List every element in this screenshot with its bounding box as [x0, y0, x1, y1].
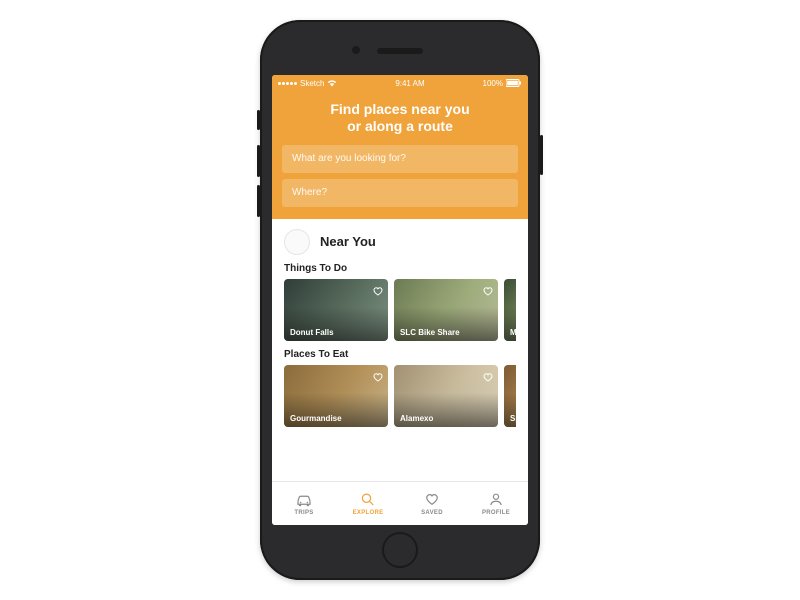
tab-trips[interactable]: TRIPS: [272, 482, 336, 525]
phone-volume-down: [257, 185, 260, 217]
content-scroll[interactable]: Near You Things To Do Donut Falls: [272, 219, 528, 481]
app-screen: Sketch 9:41 AM 100% Find places near you…: [272, 75, 528, 525]
search-what-input[interactable]: [282, 145, 518, 173]
section-things-to-do: Things To Do Donut Falls S: [272, 261, 528, 347]
signal-dots-icon: [278, 82, 297, 85]
search-where-input[interactable]: [282, 179, 518, 207]
card-eat-0[interactable]: Gourmandise: [284, 365, 388, 427]
status-bar: Sketch 9:41 AM 100%: [272, 75, 528, 91]
phone-power-button: [540, 135, 543, 175]
section-title-things: Things To Do: [284, 263, 516, 274]
tab-saved[interactable]: SAVED: [400, 482, 464, 525]
tab-bar: TRIPS EXPLORE SAVED PROFILE: [272, 481, 528, 525]
phone-speaker: [377, 48, 423, 54]
search-icon: [359, 491, 377, 509]
phone-home-button[interactable]: [382, 532, 418, 568]
favorite-icon[interactable]: [483, 369, 493, 387]
card-title: M: [510, 328, 516, 337]
battery-icon: [506, 79, 522, 87]
profile-icon: [487, 491, 505, 509]
card-things-2[interactable]: M: [504, 279, 516, 341]
section-title-eat: Places To Eat: [284, 349, 516, 360]
header-title-line1: Find places near you: [330, 101, 469, 117]
card-things-1[interactable]: SLC Bike Share: [394, 279, 498, 341]
card-title: Donut Falls: [290, 328, 334, 337]
eat-cards-row[interactable]: Gourmandise Alamexo Sp: [284, 365, 516, 427]
tab-label: PROFILE: [482, 510, 510, 516]
section-places-to-eat: Places To Eat Gourmandise: [272, 347, 528, 433]
status-time: 9:41 AM: [395, 79, 424, 88]
near-you-row: Near You: [272, 219, 528, 261]
carrier-label: Sketch: [300, 79, 324, 88]
card-title: Alamexo: [400, 414, 433, 423]
card-title: Gourmandise: [290, 414, 342, 423]
wifi-icon: [327, 79, 337, 87]
car-icon: [295, 491, 313, 509]
phone-volume-up: [257, 145, 260, 177]
heart-icon: [423, 491, 441, 509]
favorite-icon[interactable]: [483, 283, 493, 301]
card-eat-2[interactable]: Sp: [504, 365, 516, 427]
card-title: SLC Bike Share: [400, 328, 460, 337]
card-title: Sp: [510, 414, 516, 423]
header-title: Find places near you or along a route: [282, 101, 518, 135]
favorite-icon[interactable]: [373, 283, 383, 301]
things-cards-row[interactable]: Donut Falls SLC Bike Share M: [284, 279, 516, 341]
phone-mute-switch: [257, 110, 260, 130]
tab-explore[interactable]: EXPLORE: [336, 482, 400, 525]
near-you-label: Near You: [320, 234, 376, 249]
favorite-icon[interactable]: [373, 369, 383, 387]
phone-camera: [352, 46, 360, 54]
location-dot-icon: [284, 229, 310, 255]
battery-label: 100%: [483, 79, 503, 88]
card-eat-1[interactable]: Alamexo: [394, 365, 498, 427]
tab-label: SAVED: [421, 510, 443, 516]
tab-label: TRIPS: [294, 510, 313, 516]
card-things-0[interactable]: Donut Falls: [284, 279, 388, 341]
header-title-line2: or along a route: [347, 118, 453, 134]
tab-label: EXPLORE: [353, 510, 384, 516]
search-header: Find places near you or along a route: [272, 91, 528, 219]
phone-frame: Sketch 9:41 AM 100% Find places near you…: [260, 20, 540, 580]
tab-profile[interactable]: PROFILE: [464, 482, 528, 525]
